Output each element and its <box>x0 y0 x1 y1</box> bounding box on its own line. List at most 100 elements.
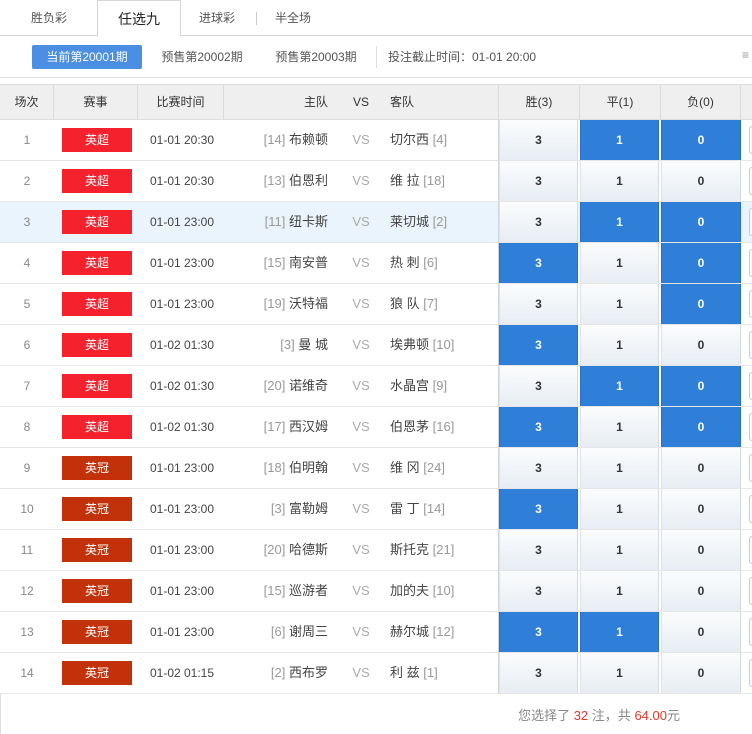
bet-draw-button[interactable]: 1 <box>580 489 659 529</box>
bet-draw-button[interactable]: 1 <box>580 653 659 693</box>
issue-presale-2[interactable]: 预售第20003期 <box>264 45 368 69</box>
bet-lose-button[interactable]: 0 <box>661 612 741 652</box>
bet-win-button[interactable]: 3 <box>499 489 578 529</box>
away-team-name: 加的夫 <box>390 583 430 598</box>
bet-draw-button[interactable]: 1 <box>580 284 659 324</box>
bet-win-button[interactable]: 3 <box>499 284 578 324</box>
home-team-name: 哈德斯 <box>288 542 328 557</box>
bet-draw-button[interactable]: 1 <box>580 530 659 570</box>
bet-draw-button[interactable]: 1 <box>580 571 659 611</box>
bet-win-button[interactable]: 3 <box>499 571 578 611</box>
home-rank: [18] <box>263 460 286 475</box>
summary-suffix: 元 <box>666 708 680 723</box>
home-rank: [15] <box>263 583 286 598</box>
home-team-name: 曼 城 <box>298 337 328 352</box>
away-team-name: 维 拉 <box>390 173 420 188</box>
bet-lose-button[interactable]: 0 <box>661 530 741 570</box>
away-rank: [10] <box>432 583 455 598</box>
bet-draw-button[interactable]: 1 <box>580 366 659 406</box>
bet-lose-button[interactable]: 0 <box>661 489 741 529</box>
table-row: 11 英冠 01-01 23:00 [20] 哈德斯 VS 斯托克 [21] 3 1 0 <box>0 530 752 571</box>
table-row: 6 英超 01-02 01:30 [3] 曼 城 VS 埃弗顿 [10] 3 1 0 <box>0 325 752 366</box>
bet-draw-button[interactable]: 1 <box>580 612 659 652</box>
tab-shengfucai[interactable]: 胜负彩 <box>0 0 98 36</box>
away-team: 狼 队 [7] <box>390 284 498 324</box>
match-number: 11 <box>20 543 34 557</box>
issue-presale-1[interactable]: 预售第20002期 <box>150 45 254 69</box>
table-row: 2 英超 01-01 20:30 [13] 伯恩利 VS 维 拉 [18] 3 1 0 <box>0 161 752 202</box>
bet-draw-button[interactable]: 1 <box>580 120 659 160</box>
bet-lose-button[interactable]: 0 <box>661 653 741 693</box>
table-row: 13 英冠 01-01 23:00 [6] 谢周三 VS 赫尔城 [12] 3 1 0 <box>0 612 752 653</box>
home-team-name: 富勒姆 <box>288 501 328 516</box>
bet-lose-button[interactable]: 0 <box>661 243 741 283</box>
home-rank: [17] <box>263 419 286 434</box>
away-rank: [7] <box>423 296 438 311</box>
match-time: 01-01 23:00 <box>149 461 215 475</box>
bet-win-button[interactable]: 3 <box>499 202 578 242</box>
home-team-name: 西布罗 <box>288 665 328 680</box>
bet-lose-button[interactable]: 0 <box>661 161 741 201</box>
bet-lose-button[interactable]: 0 <box>661 448 741 488</box>
league-badge: 英冠 <box>62 620 132 644</box>
match-number: 9 <box>23 461 31 475</box>
tab-jinqiucai[interactable]: 进球彩 <box>181 0 253 36</box>
away-team: 伯恩茅 [16] <box>390 407 498 447</box>
issue-current[interactable]: 当前第20001期 <box>32 45 142 69</box>
league-badge: 英冠 <box>62 456 132 480</box>
bet-draw-button[interactable]: 1 <box>580 407 659 447</box>
bet-lose-button[interactable]: 0 <box>661 202 741 242</box>
tab-banquanchang[interactable]: 半全场 <box>258 0 328 36</box>
more-icon[interactable]: ≡ <box>742 48 749 62</box>
bet-win-button[interactable]: 3 <box>499 120 578 160</box>
tab-renxuanjiu[interactable]: 任选九 <box>97 0 181 37</box>
bet-draw-button[interactable]: 1 <box>580 202 659 242</box>
bet-draw-button[interactable]: 1 <box>580 448 659 488</box>
home-rank: [3] <box>280 337 295 352</box>
home-rank: [13] <box>263 173 286 188</box>
bet-win-button[interactable]: 3 <box>499 448 578 488</box>
bet-draw-button[interactable]: 1 <box>580 161 659 201</box>
home-team: [13] 伯恩利 <box>224 161 328 201</box>
league-badge: 英冠 <box>62 538 132 562</box>
home-team: [20] 哈德斯 <box>224 530 328 570</box>
away-team-name: 维 冈 <box>390 460 420 475</box>
bet-draw-button[interactable]: 1 <box>580 243 659 283</box>
bet-lose-button[interactable]: 0 <box>661 325 741 365</box>
header-draw: 平(1) <box>580 85 661 119</box>
away-team: 水晶宫 [9] <box>390 366 498 406</box>
vs-label: VS <box>352 255 370 270</box>
vs-label: VS <box>352 296 370 311</box>
vs-label: VS <box>352 460 370 475</box>
bet-win-button[interactable]: 3 <box>499 407 578 447</box>
bet-lose-button[interactable]: 0 <box>661 120 741 160</box>
bet-draw-button[interactable]: 1 <box>580 325 659 365</box>
away-rank: [2] <box>432 214 448 229</box>
lottery-type-tabs: 胜负彩 任选九 进球彩 半全场 <box>0 0 752 37</box>
vs-label: VS <box>352 337 370 352</box>
bet-win-button[interactable]: 3 <box>499 653 578 693</box>
bet-lose-button[interactable]: 0 <box>661 407 741 447</box>
home-team: [6] 谢周三 <box>224 612 328 652</box>
bet-win-button[interactable]: 3 <box>499 530 578 570</box>
bet-lose-button[interactable]: 0 <box>661 571 741 611</box>
match-time: 01-01 23:00 <box>149 584 215 598</box>
bet-win-button[interactable]: 3 <box>499 243 578 283</box>
deadline-text: 投注截止时间：01-01 20:00 <box>388 50 537 64</box>
away-team: 雷 丁 [14] <box>390 489 498 529</box>
table-row: 14 英冠 01-02 01:15 [2] 西布罗 VS 利 兹 [1] 3 1 0 <box>0 653 752 694</box>
bet-win-button[interactable]: 3 <box>499 612 578 652</box>
bet-win-button[interactable]: 3 <box>499 325 578 365</box>
away-team: 维 冈 [24] <box>390 448 498 488</box>
table-row: 9 英冠 01-01 23:00 [18] 伯明翰 VS 维 冈 [24] 3 1 0 <box>0 448 752 489</box>
summary-mid: 注，共 <box>591 708 631 723</box>
away-rank: [24] <box>423 460 445 475</box>
away-team: 埃弗顿 [10] <box>390 325 498 365</box>
header-home: 主队 <box>303 95 328 109</box>
bet-lose-button[interactable]: 0 <box>661 284 741 324</box>
home-team: [15] 巡游者 <box>224 571 328 611</box>
bet-win-button[interactable]: 3 <box>499 161 578 201</box>
table-row: 10 英冠 01-01 23:00 [3] 富勒姆 VS 雷 丁 [14] 3 1 0 <box>0 489 752 530</box>
bet-win-button[interactable]: 3 <box>499 366 578 406</box>
bet-lose-button[interactable]: 0 <box>661 366 741 406</box>
